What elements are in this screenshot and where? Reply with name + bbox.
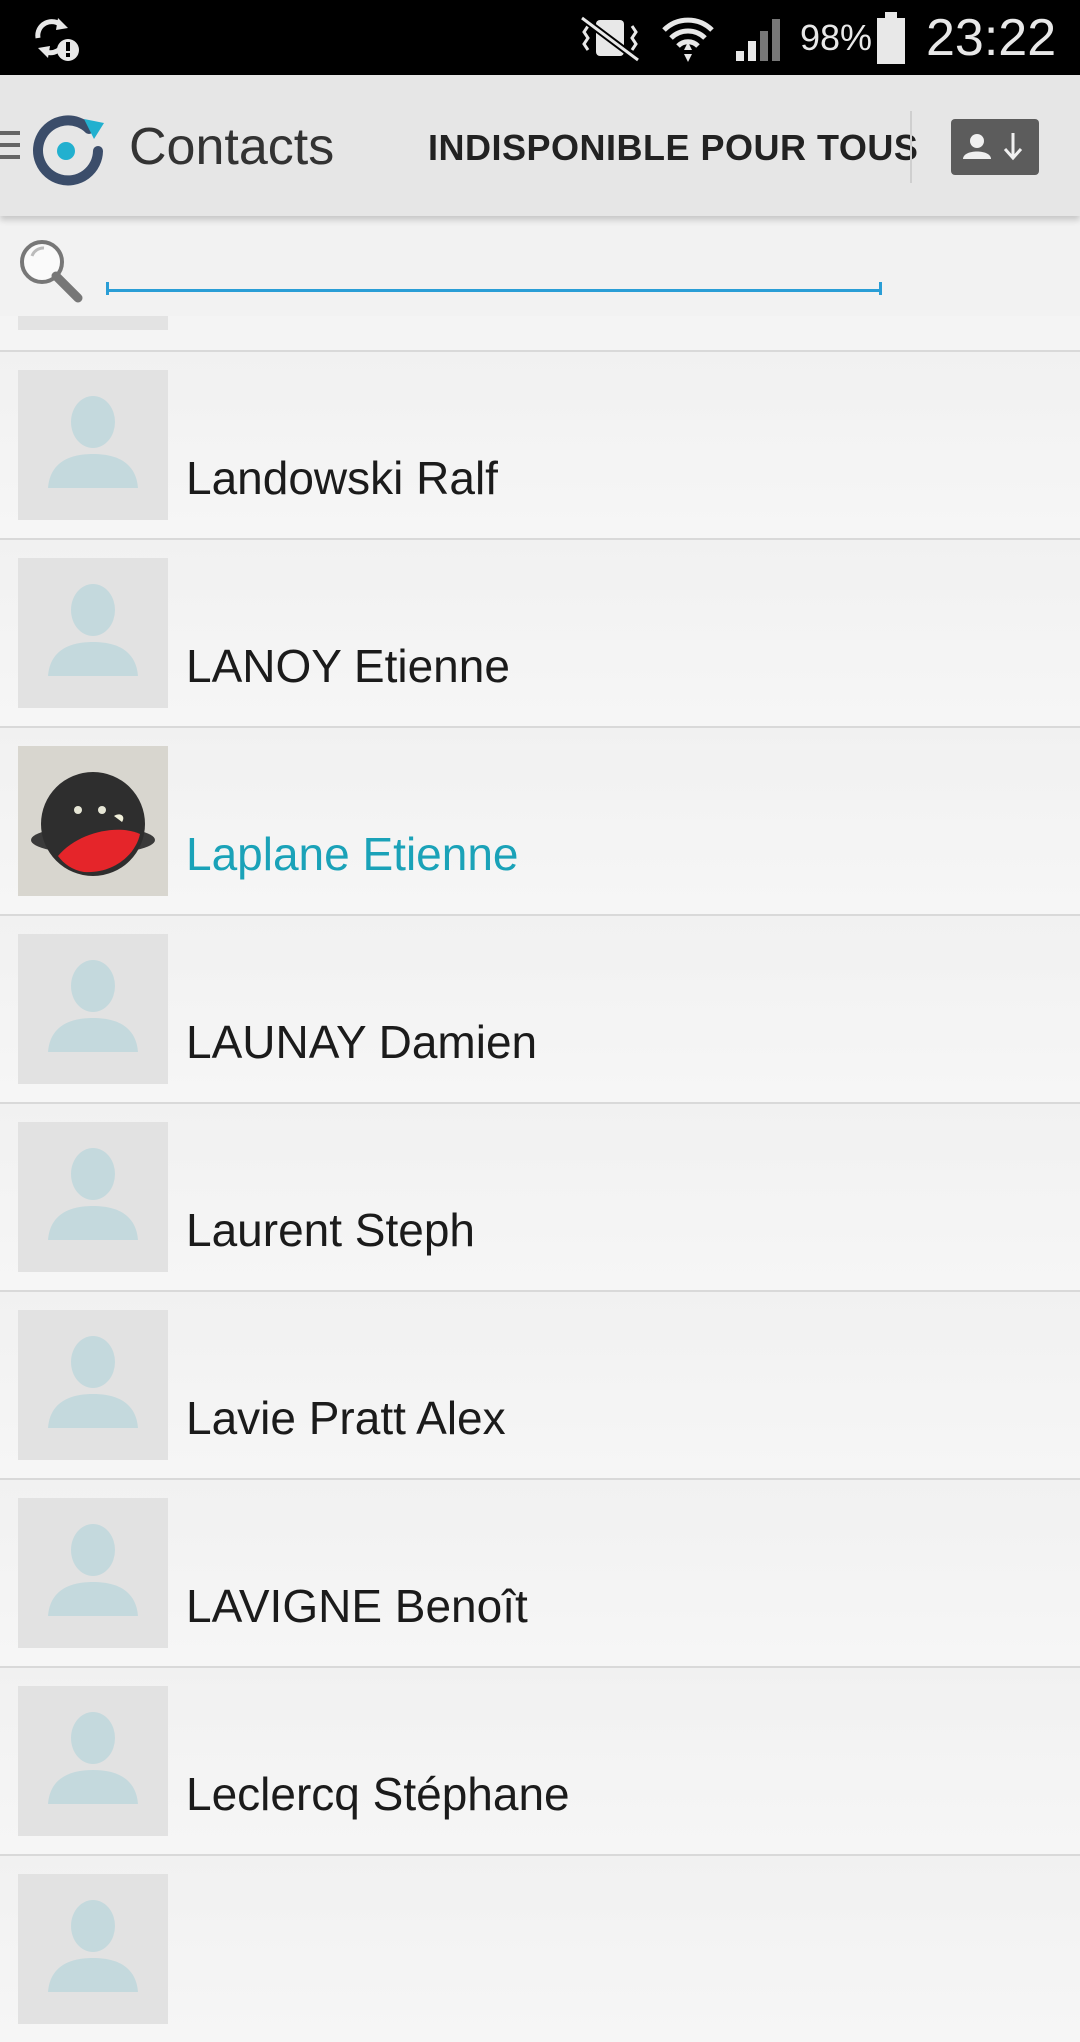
vibrate-mute-icon — [574, 0, 646, 75]
contact-name: Laurent Steph — [186, 1204, 476, 1256]
default-avatar-icon — [18, 1122, 168, 1272]
default-avatar-icon — [18, 1874, 168, 2024]
status-bar: 98% 23:22 — [0, 0, 1080, 75]
default-avatar-icon — [18, 558, 168, 708]
signal-icon — [730, 0, 784, 75]
contact-name: LAVIGNE Benoît — [186, 1580, 528, 1632]
contact-name: Landowski Ralf — [186, 452, 498, 504]
contact-list: Landowski Ralf LANOY Etienne Laplane Eti… — [0, 350, 1080, 2042]
action-bar: Contacts INDISPONIBLE POUR TOUS — [0, 75, 1080, 216]
contact-name: Laplane Etienne — [186, 828, 519, 880]
battery-percent: 98% — [800, 16, 873, 58]
contact-row[interactable]: Laurent Steph — [0, 1102, 1080, 1290]
default-avatar-icon — [18, 1498, 168, 1648]
battery-icon — [876, 0, 906, 75]
search-input[interactable] — [106, 236, 882, 292]
default-avatar-icon — [18, 370, 168, 520]
contact-row[interactable]: LANOY Etienne — [0, 538, 1080, 726]
page-title: Contacts — [129, 118, 335, 176]
sync-alert-icon — [28, 12, 80, 64]
contact-name: Leclercq Stéphane — [186, 1768, 570, 1820]
search-bar — [0, 216, 1080, 316]
wifi-icon — [660, 0, 716, 75]
app-logo-icon[interactable] — [32, 113, 106, 187]
contact-name: Lavie Pratt Alex — [186, 1392, 506, 1444]
default-avatar-icon — [18, 1310, 168, 1460]
divider — [910, 111, 912, 183]
presence-status-button[interactable]: INDISPONIBLE POUR TOUS — [428, 127, 918, 169]
drawer-menu-icon[interactable] — [0, 127, 20, 163]
search-icon — [12, 232, 88, 308]
default-avatar-icon — [18, 1686, 168, 1836]
contact-row[interactable]: Landowski Ralf — [0, 350, 1080, 538]
partial-avatar — [18, 316, 168, 330]
contact-row[interactable]: Leclercq Stéphane — [0, 1666, 1080, 1854]
contact-download-icon — [963, 133, 1023, 161]
import-contacts-button[interactable] — [951, 119, 1039, 175]
contact-row[interactable]: Laplane Etienne — [0, 726, 1080, 914]
contact-row[interactable] — [0, 1854, 1080, 2042]
contact-name: LANOY Etienne — [186, 640, 510, 692]
contact-row[interactable]: LAUNAY Damien — [0, 914, 1080, 1102]
contact-row[interactable]: LAVIGNE Benoît — [0, 1478, 1080, 1666]
default-avatar-icon — [18, 934, 168, 1084]
contact-name: LAUNAY Damien — [186, 1016, 538, 1068]
contact-row[interactable]: Lavie Pratt Alex — [0, 1290, 1080, 1478]
contact-photo — [18, 746, 168, 896]
clock: 23:22 — [926, 8, 1057, 67]
